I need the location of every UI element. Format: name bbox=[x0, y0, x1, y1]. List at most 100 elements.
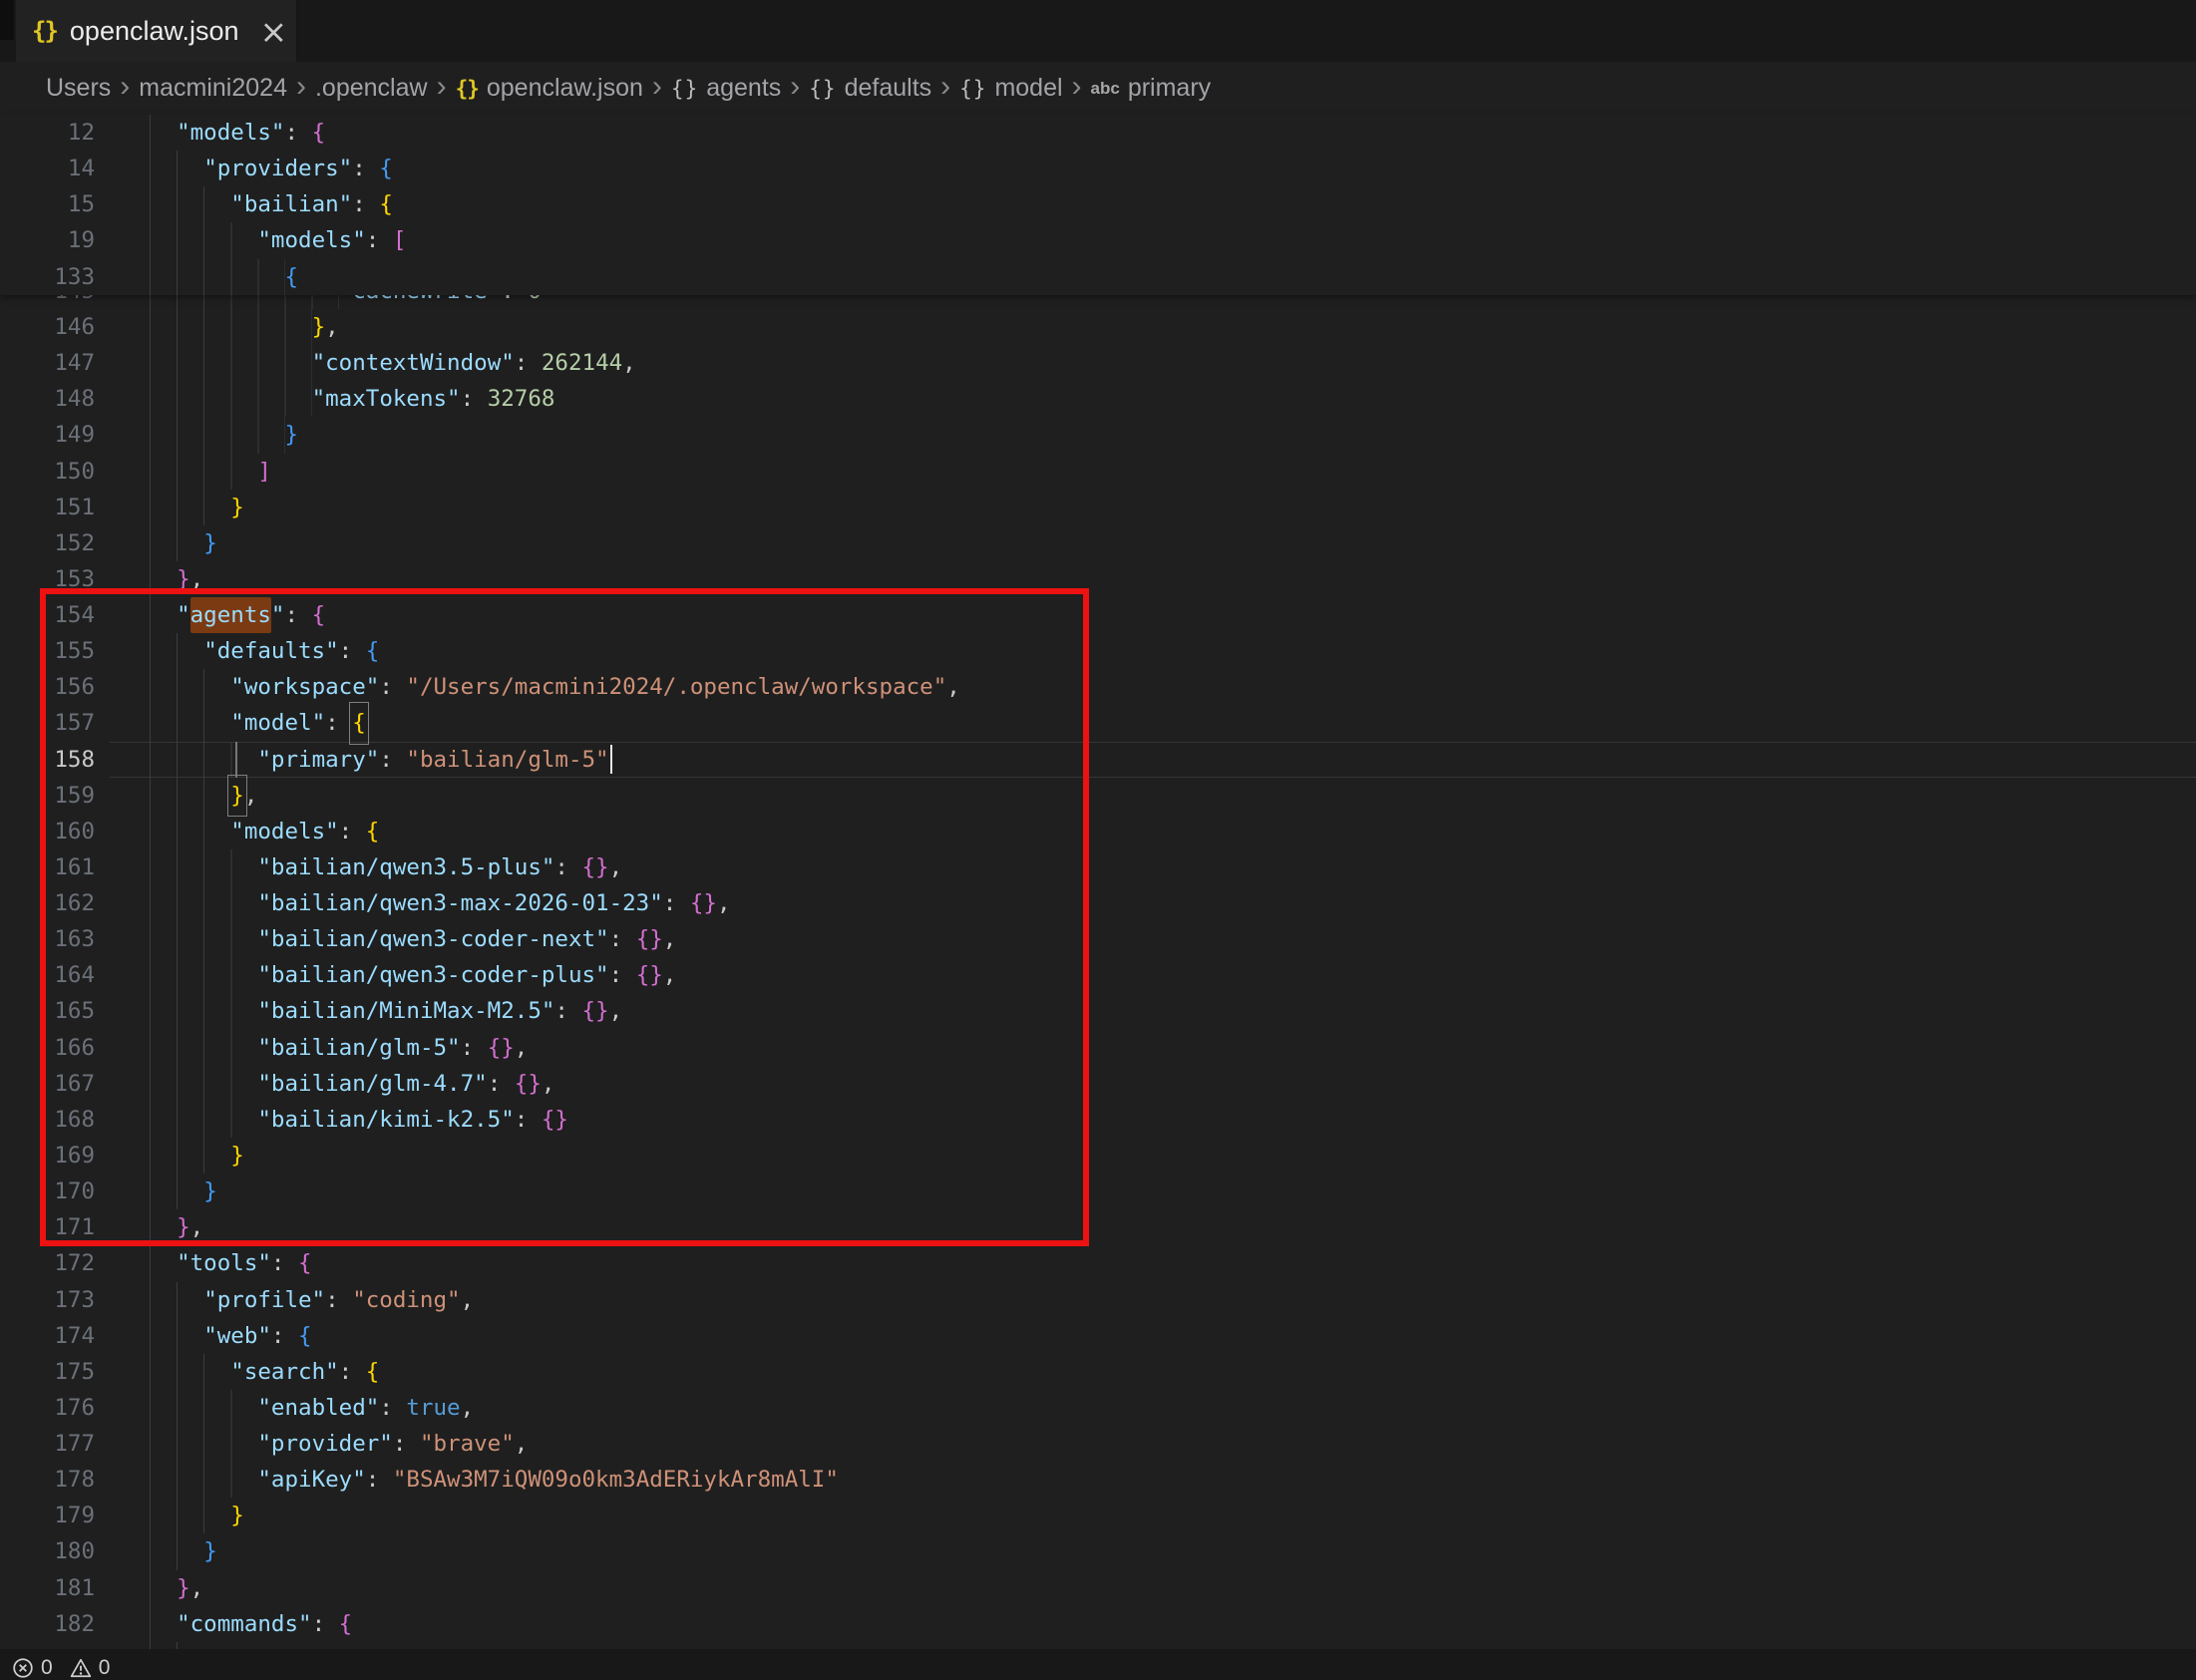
code-line-161[interactable]: 161 "bailian/qwen3.5-plus": {}, bbox=[0, 849, 2196, 885]
code-line-164[interactable]: 164"bailian/qwen3-coder-plus": {}, bbox=[0, 957, 2196, 993]
code-line-182[interactable]: 182"commands": { bbox=[0, 1606, 2196, 1642]
breadcrumb-separator-icon: › bbox=[643, 70, 671, 104]
line-content: "bailian/glm-5": {}, bbox=[150, 1030, 528, 1066]
code-line-133[interactable]: 133{ bbox=[0, 259, 2196, 295]
code-line-162[interactable]: 162"bailian/qwen3-max-2026-01-23": {}, bbox=[0, 885, 2196, 921]
tab-bar: {} openclaw.json × bbox=[0, 0, 2196, 62]
line-number: 173 bbox=[0, 1282, 95, 1318]
tab-title: openclaw.json bbox=[70, 16, 239, 47]
breadcrumb-item-defaults[interactable]: {} defaults bbox=[809, 74, 931, 103]
line-number: 147 bbox=[0, 345, 95, 381]
code-line-172[interactable]: 172"tools": { bbox=[0, 1245, 2196, 1281]
line-number: 151 bbox=[0, 490, 95, 525]
code-line-159[interactable]: 159}, bbox=[0, 778, 2196, 814]
object-symbol-icon: {} bbox=[809, 77, 836, 101]
line-number: 160 bbox=[0, 814, 95, 849]
breadcrumb-item-openclaw-json[interactable]: {}openclaw.json bbox=[456, 74, 643, 103]
code-line-150[interactable]: 150] bbox=[0, 454, 2196, 490]
code-line-176[interactable]: 176"enabled": true, bbox=[0, 1390, 2196, 1426]
code-line-158[interactable]: 158"primary": "bailian/glm-5" bbox=[0, 742, 2196, 778]
line-number: 177 bbox=[0, 1426, 95, 1462]
tab-openclaw-json[interactable]: {} openclaw.json × bbox=[16, 0, 297, 62]
breadcrumb-separator-icon: › bbox=[781, 70, 809, 104]
breadcrumb-item-users[interactable]: Users bbox=[46, 74, 111, 103]
code-line-153[interactable]: 153}, bbox=[0, 561, 2196, 597]
line-number: 166 bbox=[0, 1030, 95, 1066]
window-corner bbox=[0, 0, 14, 40]
code-line-157[interactable]: 157"model": { bbox=[0, 705, 2196, 741]
line-content: }, bbox=[150, 309, 339, 345]
breadcrumb-label: primary bbox=[1128, 74, 1211, 103]
abc-symbol-icon: abc bbox=[1091, 79, 1120, 99]
code-line-181[interactable]: 181}, bbox=[0, 1570, 2196, 1606]
line-content: } bbox=[150, 525, 217, 561]
line-content: "bailian/kimi-k2.5": {} bbox=[150, 1102, 568, 1138]
line-content: }, bbox=[150, 1209, 203, 1245]
line-number: 15 bbox=[0, 186, 95, 222]
code-line-165[interactable]: 165"bailian/MiniMax-M2.5": {}, bbox=[0, 993, 2196, 1029]
line-content: "maxTokens": 32768 bbox=[150, 381, 554, 417]
line-number: 161 bbox=[0, 849, 95, 885]
breadcrumb-label: defaults bbox=[845, 74, 932, 103]
code-line-155[interactable]: 155"defaults": { bbox=[0, 633, 2196, 669]
code-line-154[interactable]: 154"agents": { bbox=[0, 597, 2196, 633]
line-number: 163 bbox=[0, 921, 95, 957]
line-content: "bailian/qwen3.5-plus": {}, bbox=[150, 849, 622, 885]
code-line-148[interactable]: 148"maxTokens": 32768 bbox=[0, 381, 2196, 417]
code-line-174[interactable]: 174"web": { bbox=[0, 1318, 2196, 1354]
code-line-168[interactable]: 168"bailian/kimi-k2.5": {} bbox=[0, 1102, 2196, 1138]
code-editor[interactable]: 146},147"contextWindow": 262144,148"maxT… bbox=[0, 115, 2196, 1680]
code-line-145[interactable]: 145"cacheWrite": 0 bbox=[0, 295, 2196, 309]
code-line-170[interactable]: 170} bbox=[0, 1174, 2196, 1209]
code-line-177[interactable]: 177"provider": "brave", bbox=[0, 1426, 2196, 1462]
vscode-window: {} openclaw.json × Users › macmini2024 › .op… bbox=[0, 0, 2196, 1680]
code-line-167[interactable]: 167 "bailian/glm-4.7": {}, bbox=[0, 1066, 2196, 1102]
breadcrumb-label: macmini2024 bbox=[139, 74, 287, 103]
sticky-scroll[interactable]: 12"models": {14"providers": {15"bailian"… bbox=[0, 115, 2196, 295]
line-number: 167 bbox=[0, 1066, 95, 1102]
text-cursor bbox=[610, 745, 613, 774]
code-line-169[interactable]: 169} bbox=[0, 1138, 2196, 1174]
line-number: 156 bbox=[0, 669, 95, 705]
code-line-156[interactable]: 156"workspace": "/Users/macmini2024/.ope… bbox=[0, 669, 2196, 705]
code-line-146[interactable]: 146}, bbox=[0, 309, 2196, 345]
code-line-12[interactable]: 12"models": { bbox=[0, 115, 2196, 151]
code-line-178[interactable]: 178"apiKey": "BSAw3M7iQW09o0km3AdERiykAr… bbox=[0, 1462, 2196, 1498]
warnings-count: 0 bbox=[99, 1656, 111, 1680]
json-file-icon: {} bbox=[32, 17, 57, 45]
tab-close-icon[interactable]: × bbox=[260, 15, 288, 48]
breadcrumb-item-macmini2024[interactable]: macmini2024 bbox=[139, 74, 287, 103]
line-number: 146 bbox=[0, 309, 95, 345]
breadcrumb-label: .openclaw bbox=[315, 74, 428, 103]
line-number: 171 bbox=[0, 1209, 95, 1245]
breadcrumb-item-model[interactable]: {}model bbox=[959, 74, 1062, 103]
code-line-14[interactable]: 14"providers": { bbox=[0, 151, 2196, 186]
line-content: "bailian/glm-4.7": {}, bbox=[150, 1066, 554, 1102]
code-line-151[interactable]: 151} bbox=[0, 490, 2196, 525]
line-content: "tools": { bbox=[150, 1245, 312, 1281]
code-line-160[interactable]: 160"models": { bbox=[0, 814, 2196, 849]
breadcrumb-item--openclaw[interactable]: .openclaw bbox=[315, 74, 428, 103]
line-number: 14 bbox=[0, 151, 95, 186]
code-line-149[interactable]: 149} bbox=[0, 417, 2196, 453]
code-line-179[interactable]: 179} bbox=[0, 1498, 2196, 1533]
code-line-166[interactable]: 166 "bailian/glm-5": {}, bbox=[0, 1030, 2196, 1066]
breadcrumb-label: Users bbox=[46, 74, 111, 103]
code-line-173[interactable]: 173"profile": "coding", bbox=[0, 1282, 2196, 1318]
code-line-147[interactable]: 147"contextWindow": 262144, bbox=[0, 345, 2196, 381]
breadcrumb-item-agents[interactable]: {}agents bbox=[671, 74, 781, 103]
code-line-180[interactable]: 180} bbox=[0, 1533, 2196, 1569]
line-number: 182 bbox=[0, 1606, 95, 1642]
breadcrumb-item-primary[interactable]: abc primary bbox=[1091, 74, 1212, 103]
status-bar[interactable]: 0 0 bbox=[0, 1649, 2196, 1680]
errors-count: 0 bbox=[41, 1656, 53, 1680]
line-content: "bailian/qwen3-coder-next": {}, bbox=[150, 921, 676, 957]
code-line-175[interactable]: 175"search": { bbox=[0, 1354, 2196, 1390]
code-line-19[interactable]: 19"models": [ bbox=[0, 222, 2196, 258]
code-line-152[interactable]: 152} bbox=[0, 525, 2196, 561]
code-line-15[interactable]: 15"bailian": { bbox=[0, 186, 2196, 222]
line-number: 181 bbox=[0, 1570, 95, 1606]
line-content: } bbox=[150, 490, 244, 525]
code-line-163[interactable]: 163 "bailian/qwen3-coder-next": {}, bbox=[0, 921, 2196, 957]
code-line-171[interactable]: 171}, bbox=[0, 1209, 2196, 1245]
